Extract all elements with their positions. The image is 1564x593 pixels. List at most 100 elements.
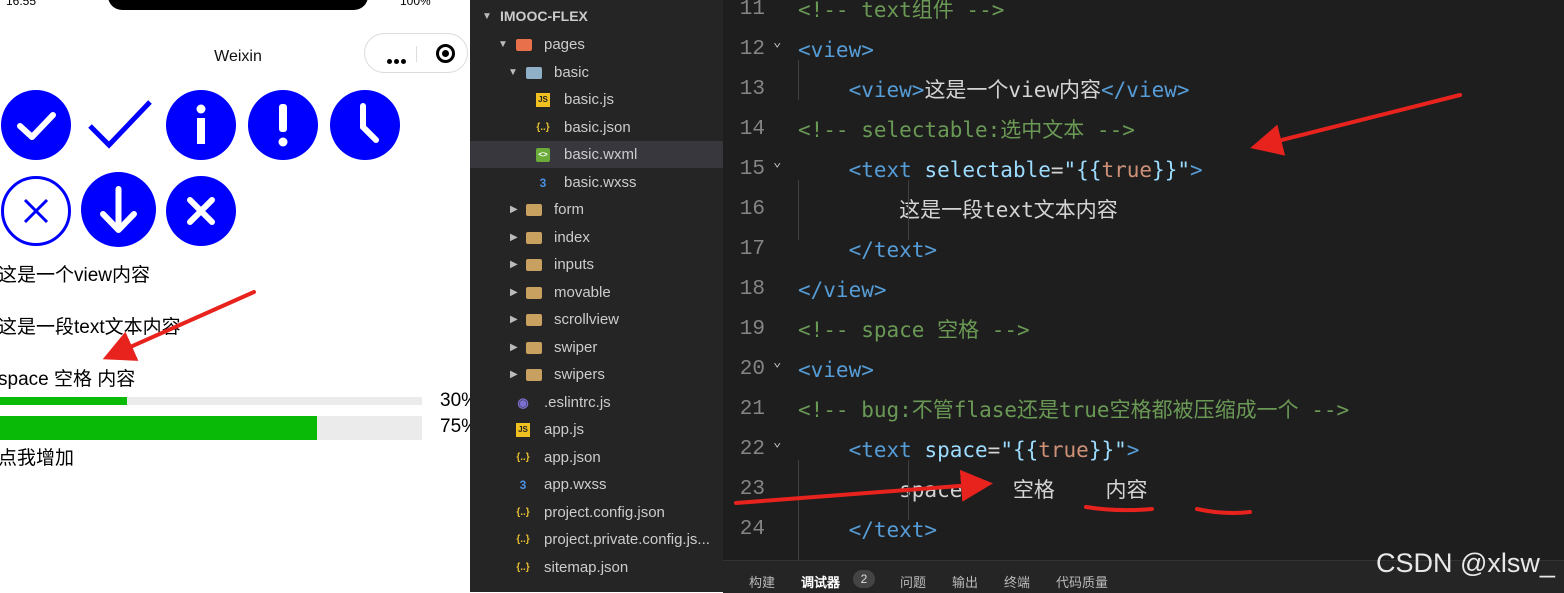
close-capsule-icon[interactable]: [436, 44, 455, 63]
tree-item[interactable]: {..} project.private.config.js...: [470, 526, 723, 553]
json-file-icon: {..}: [516, 561, 530, 573]
progress-percent-2: 75%: [440, 416, 470, 437]
tab-terminal[interactable]: 终端: [1004, 572, 1030, 591]
warn-icon: [248, 90, 318, 160]
tab-output[interactable]: 输出: [952, 572, 978, 591]
tab-problems[interactable]: 问题: [900, 572, 926, 591]
tree-item-label: movable: [554, 283, 611, 301]
code-token: <!-- text组件 -->: [798, 0, 1005, 22]
css-file-icon: 3: [539, 175, 547, 190]
code-token: <view>: [848, 78, 925, 102]
tree-item-label: app.wxss: [544, 476, 607, 493]
code-token: =: [987, 438, 1001, 462]
tree-item[interactable]: JS basic.js: [470, 86, 723, 113]
progress-bar-1: [0, 397, 422, 405]
code-line: 16 这是一段text文本内容: [723, 190, 1564, 230]
json-file-icon: {..}: [516, 534, 530, 545]
tree-item[interactable]: ▶ movable: [470, 279, 723, 306]
folder-icon: [526, 286, 542, 299]
view-text: 这是一个view内容: [0, 265, 151, 286]
tree-item[interactable]: JS app.js: [470, 416, 723, 443]
json-file-icon: {..}: [536, 121, 550, 133]
tree-item[interactable]: 3 app.wxss: [470, 471, 723, 498]
code-content: <!-- selectable:选中文本 -->: [798, 110, 1135, 150]
success-icon: [1, 90, 71, 160]
tree-item[interactable]: {..} basic.json: [470, 114, 723, 141]
code-line: 22 ⌄ <text space="{{true}}">: [723, 430, 1564, 470]
chevron-right-icon: ▶: [510, 259, 518, 270]
line-number: 12: [739, 38, 765, 61]
increase-button[interactable]: 点我增加: [0, 443, 74, 470]
folder-icon: [526, 314, 542, 326]
fold-chevron-icon[interactable]: ⌄: [773, 422, 781, 462]
tree-item[interactable]: ▶ swipers: [470, 361, 723, 388]
chevron-right-icon: ▶: [510, 341, 518, 353]
code-content: <text selectable="{{true}}">: [798, 150, 1203, 190]
css-file-icon: 3: [519, 478, 527, 492]
code-token: 这是一个view内容: [924, 78, 1102, 102]
project-root[interactable]: ▼ IMOOC-FLEX: [470, 3, 723, 30]
project-title: IMOOC-FLEX: [500, 8, 588, 24]
tree-item[interactable]: ◉ .eslintrc.js: [470, 389, 723, 416]
code-token: </text>: [848, 518, 938, 542]
status-battery: 100%: [400, 0, 431, 8]
folder-icon: [516, 39, 532, 51]
code-token: </view>: [798, 278, 887, 302]
tab-build[interactable]: 构建: [749, 572, 775, 591]
tree-item-label: inputs: [554, 256, 595, 273]
code-content: space 空格 内容: [798, 470, 1148, 510]
tree-item[interactable]: {..} app.json: [470, 444, 723, 471]
tree-item[interactable]: {..} project.config.json: [470, 499, 723, 526]
code-content: <!-- space 空格 -->: [798, 310, 1030, 350]
line-number: 11: [739, 0, 765, 21]
tree-item[interactable]: ▶ index: [470, 224, 723, 251]
tree-item[interactable]: ▼ basic: [470, 59, 723, 86]
tree-item-label: .eslintrc.js: [544, 393, 611, 411]
info-icon: [166, 90, 236, 160]
code-token: space 空格 内容: [798, 478, 1148, 502]
line-number: 14: [739, 118, 765, 141]
line-number: 15: [739, 158, 765, 181]
code-token: selectable: [924, 158, 1051, 182]
code-content: 这是一段text文本内容: [798, 190, 1118, 230]
tree-item[interactable]: ▶ form: [470, 196, 723, 223]
tree-item[interactable]: <> basic.wxml: [470, 141, 723, 168]
more-icon[interactable]: [387, 51, 408, 69]
line-number: 19: [739, 318, 765, 341]
tree-item[interactable]: {..} sitemap.json: [470, 554, 723, 581]
tree-item-label: app.json: [544, 448, 601, 466]
line-number: 22: [739, 438, 765, 461]
code-token: <!-- selectable:选中文本 -->: [798, 118, 1135, 142]
chevron-right-icon: ▶: [510, 204, 518, 215]
fold-chevron-icon[interactable]: ⌄: [773, 342, 781, 382]
code-content: <view>: [798, 350, 874, 390]
code-content: </view>: [798, 270, 887, 310]
tree-item-label: scrollview: [554, 311, 620, 328]
chevron-right-icon: ▶: [510, 369, 518, 380]
tab-code-quality[interactable]: 代码质量: [1056, 572, 1108, 591]
code-token: true: [1101, 158, 1153, 182]
tree-item[interactable]: ▼ pages: [470, 31, 723, 58]
code-line: 23 space 空格 内容: [723, 470, 1564, 510]
tree-item[interactable]: ▶ inputs: [470, 251, 723, 278]
progress-bar-2: [0, 416, 422, 440]
status-time: 16:55: [6, 0, 37, 8]
tree-item[interactable]: ▶ swiper: [470, 334, 723, 361]
line-number: 17: [739, 238, 765, 261]
tree-item-label: project.config.json: [544, 503, 665, 521]
selectable-text[interactable]: 这是一段text文本内容: [0, 312, 181, 339]
fold-chevron-icon[interactable]: ⌄: [773, 142, 781, 182]
code-token: 这是一段text文本内容: [798, 198, 1118, 222]
code-editor[interactable]: 11 <!-- text组件 --> 12 ⌄ <view> 13 <view>这是一个v…: [723, 0, 1564, 560]
code-content: </text>: [798, 510, 938, 550]
tree-item[interactable]: ▶ scrollview: [470, 306, 723, 333]
tab-debugger[interactable]: 调试器: [801, 572, 840, 591]
capsule-menu[interactable]: [364, 33, 468, 73]
watermark: CSDN @xlsw_: [1376, 548, 1555, 578]
code-token: >: [1189, 158, 1203, 182]
tree-item-label: swipers: [554, 366, 605, 383]
code-token: true: [1038, 438, 1089, 462]
code-line: 21 <!-- bug:不管flase还是true空格都被压缩成一个 -->: [723, 390, 1564, 430]
tree-item[interactable]: 3 basic.wxss: [470, 169, 723, 196]
fold-chevron-icon[interactable]: ⌄: [773, 22, 781, 62]
